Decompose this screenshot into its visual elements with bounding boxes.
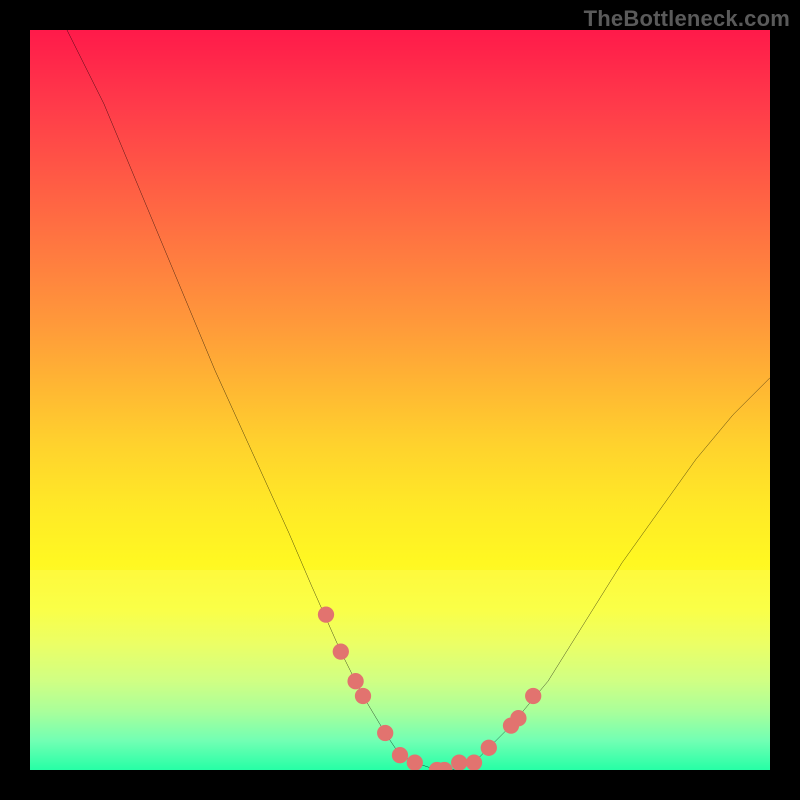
chart-frame: TheBottleneck.com — [0, 0, 800, 800]
highlight-band — [30, 570, 770, 770]
plot-area — [30, 30, 770, 770]
watermark-text: TheBottleneck.com — [584, 6, 790, 32]
